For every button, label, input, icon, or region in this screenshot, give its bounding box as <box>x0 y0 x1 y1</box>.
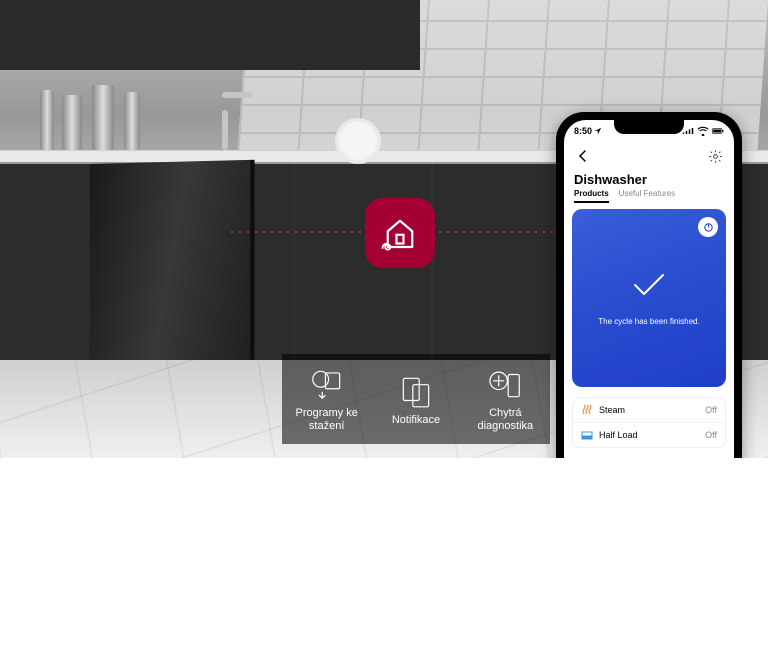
decor-plates <box>335 118 385 158</box>
decor-bottle <box>62 95 82 150</box>
downloads-icon <box>306 365 348 403</box>
settings-button[interactable] <box>706 147 724 165</box>
gear-icon <box>708 149 723 164</box>
faucet <box>210 92 240 150</box>
option-value: Off <box>705 405 717 415</box>
signal-icon <box>682 126 694 136</box>
option-name: Half Load <box>599 430 638 440</box>
status-time: 8:50 <box>574 126 592 136</box>
decor-bottle <box>92 85 114 150</box>
battery-icon <box>712 126 724 136</box>
decor-bottle <box>124 92 140 150</box>
thinq-app-icon <box>365 198 435 268</box>
option-list: Steam Off Half Load Off <box>572 397 726 448</box>
power-icon <box>703 222 714 233</box>
feature-smart-diagnostics: Chytrá diagnostika <box>461 354 550 444</box>
option-row-steam[interactable]: Steam Off <box>573 398 725 423</box>
half-load-icon <box>581 429 593 441</box>
device-title: Dishwasher <box>564 170 734 187</box>
decor-bottle <box>40 90 54 150</box>
tab-products[interactable]: Products <box>574 189 609 203</box>
option-value: Off <box>705 430 717 440</box>
steam-icon <box>581 404 593 416</box>
upper-cabinets <box>0 0 420 70</box>
phone-screen: 8:50 Dishwasher Products <box>564 120 734 458</box>
phone-mockup: 8:50 Dishwasher Products <box>556 112 742 458</box>
option-name: Steam <box>599 405 625 415</box>
chevron-left-icon <box>576 149 590 163</box>
notifications-icon <box>395 372 437 410</box>
phone-notch <box>614 120 684 134</box>
cycle-status-card: The cycle has been finished. <box>572 209 726 387</box>
features-strip: Programy ke stažení Notifikace Chytrá di… <box>282 354 550 444</box>
feature-label: Chytrá diagnostika <box>463 407 548 432</box>
feature-label: Programy ke stažení <box>284 407 369 432</box>
app-header <box>564 142 734 170</box>
home-icon <box>379 212 421 254</box>
feature-label: Notifikace <box>392 414 440 427</box>
checkmark-icon <box>631 271 667 299</box>
feature-downloads: Programy ke stažení <box>282 354 371 444</box>
option-row-half-load[interactable]: Half Load Off <box>573 423 725 447</box>
tabs: Products Useful Features <box>564 187 734 203</box>
hero-kitchen-scene: Programy ke stažení Notifikace Chytrá di… <box>0 0 768 458</box>
smart-diag-icon <box>484 365 526 403</box>
back-button[interactable] <box>574 147 592 165</box>
feature-notifications: Notifikace <box>371 354 460 444</box>
dishwasher-door <box>90 160 255 388</box>
cycle-message: The cycle has been finished. <box>598 317 699 326</box>
power-button[interactable] <box>698 217 718 237</box>
location-icon <box>594 127 602 135</box>
tab-useful-features[interactable]: Useful Features <box>619 189 675 203</box>
wifi-icon <box>697 126 709 136</box>
